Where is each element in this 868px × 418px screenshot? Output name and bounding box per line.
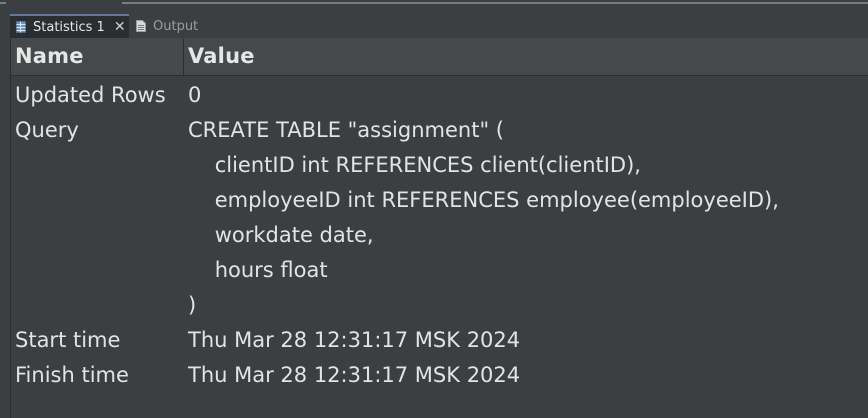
close-icon[interactable]: ✕: [114, 20, 126, 34]
row-name-finish-time[interactable]: Finish time: [15, 358, 129, 393]
row-value-finish-time[interactable]: Thu Mar 28 12:31:17 MSK 2024: [188, 358, 520, 393]
row-value-start-time[interactable]: Thu Mar 28 12:31:17 MSK 2024: [188, 323, 520, 358]
row-name-updated-rows[interactable]: Updated Rows: [15, 78, 166, 113]
query-line[interactable]: ): [188, 288, 196, 323]
query-line[interactable]: employeeID int REFERENCES employee(emplo…: [188, 183, 779, 218]
row-value-updated-rows[interactable]: 0: [188, 78, 201, 113]
tab-statistics-1[interactable]: Statistics 1 ✕: [10, 14, 129, 38]
top-strip: [0, 0, 868, 14]
row-name-query[interactable]: Query: [15, 113, 79, 148]
query-line[interactable]: workdate date,: [188, 218, 374, 253]
tab-label: Statistics 1: [33, 19, 105, 35]
document-icon: [136, 20, 146, 32]
query-line[interactable]: CREATE TABLE "assignment" (: [188, 113, 504, 148]
grid-header: Name Value: [11, 38, 868, 76]
splitter-line[interactable]: [122, 2, 868, 4]
row-name-start-time[interactable]: Start time: [15, 323, 120, 358]
results-tab-bar: Statistics 1 ✕ Output: [0, 14, 868, 38]
tab-output[interactable]: Output: [132, 14, 212, 38]
statistics-grid: Name Value Updated Rows 0 Query CREATE T…: [11, 38, 868, 418]
column-resize-handle[interactable]: [183, 38, 184, 75]
tab-label: Output: [153, 18, 199, 34]
splitter-line: [0, 2, 6, 4]
query-line[interactable]: hours float: [188, 253, 328, 288]
column-header-name[interactable]: Name: [15, 44, 84, 68]
table-icon: [16, 21, 26, 33]
column-header-value[interactable]: Value: [188, 44, 255, 68]
query-line[interactable]: clientID int REFERENCES client(clientID)…: [188, 148, 641, 183]
